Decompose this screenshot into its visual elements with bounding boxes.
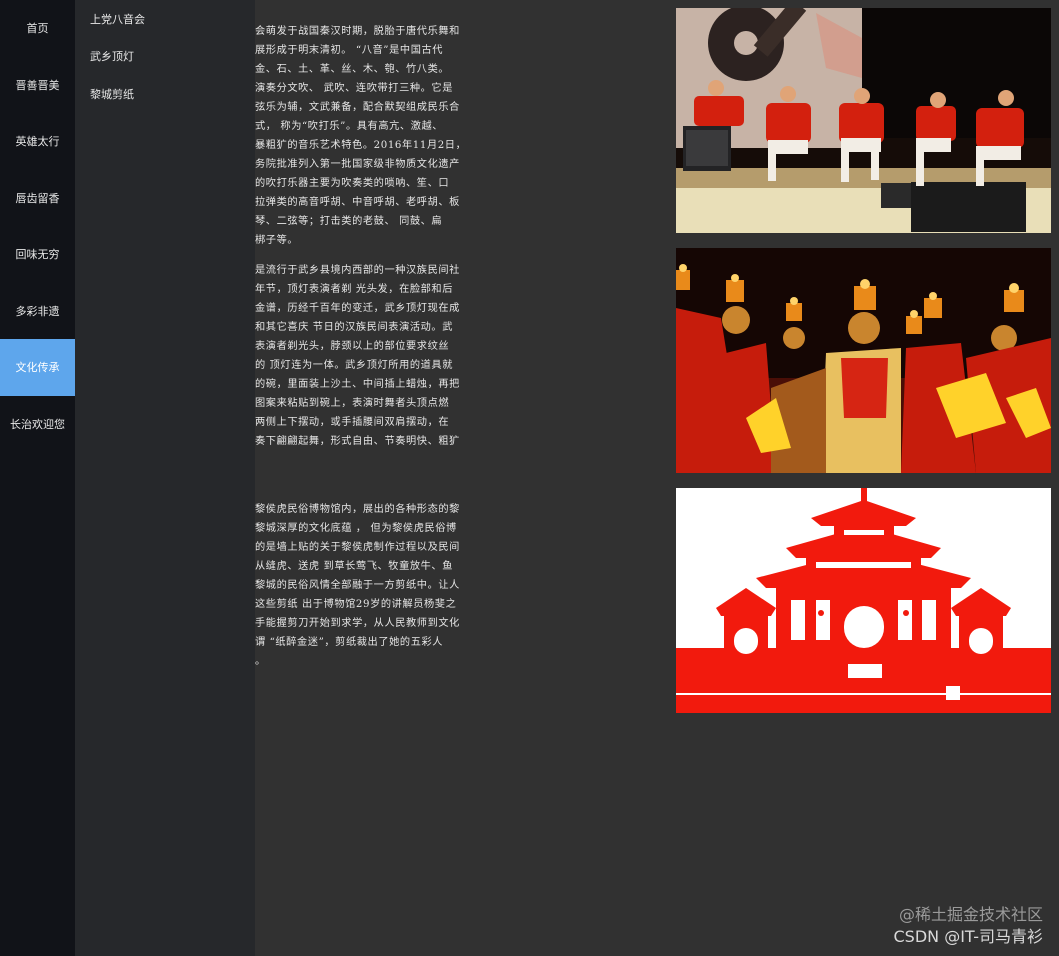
text-line: 年节，顶灯表演者剃 光头发，在脸部和后 bbox=[255, 284, 454, 295]
sidebar-item-welcome[interactable]: 长治欢迎您 bbox=[0, 396, 75, 453]
text-line: 黎城深厚的文化底蕴 ， 但为黎侯虎民俗博 bbox=[255, 523, 457, 534]
subnav-item-bayinhui[interactable]: 上党八音会 bbox=[75, 0, 255, 38]
text-line: 黎城的民俗风情全部融于一方剪纸中。让人 bbox=[255, 580, 460, 591]
band-illustration bbox=[676, 8, 1051, 233]
text-line: 展形成于明末清初。 “八音”是中国古代 bbox=[255, 45, 444, 56]
sidebar-item-label: 晋善晋美 bbox=[15, 78, 60, 92]
subnav-item-label: 上党八音会 bbox=[90, 12, 145, 26]
text-line: 这些剪纸 出于博物馆29岁的讲解员杨斐之 bbox=[255, 599, 457, 610]
subnav-item-dingdeng[interactable]: 武乡顶灯 bbox=[75, 38, 255, 76]
article-content: 会萌发于战国秦汉时期，脱胎于唐代乐舞和 展形成于明末清初。 “八音”是中国古代 … bbox=[255, 0, 675, 956]
sidebar-item-jinshan[interactable]: 晋善晋美 bbox=[0, 57, 75, 114]
text-line: 表演者剃光头，脖颈以上的部位要求纹丝 bbox=[255, 341, 450, 352]
text-line: 务院批准列入第一批国家级非物质文化遗产 bbox=[255, 159, 460, 170]
watermark-csdn: CSDN @IT-司马青衫 bbox=[893, 927, 1043, 946]
text-line: 的是墙上贴的关于黎侯虎制作过程以及民间 bbox=[255, 542, 460, 553]
article-section-dingdeng: 是流行于武乡县境内西部的一种汉族民间社 年节，顶灯表演者剃 光头发，在脸部和后 … bbox=[255, 261, 500, 451]
sidebar-item-label: 英雄太行 bbox=[15, 135, 60, 149]
text-line: 黎侯虎民俗博物馆内，展出的各种形态的黎 bbox=[255, 504, 460, 515]
text-line: 图案来粘贴到碗上，表演时舞者头顶点燃 bbox=[255, 398, 450, 409]
sidebar-item-label: 文化传承 bbox=[15, 361, 60, 375]
text-line: 两侧上下摆动，或手插腰间双肩摆动，在 bbox=[255, 417, 450, 428]
lantern-dance-illustration bbox=[676, 248, 1051, 473]
text-line: 的吹打乐器主要为吹奏类的唢呐、笙、口 bbox=[255, 178, 450, 189]
text-line: 暴粗犷的音乐艺术特色。2016年11月2日， bbox=[255, 140, 467, 151]
text-line: 弦乐为辅，文武兼备，配合默契组成民乐合 bbox=[255, 102, 460, 113]
text-line: 的 顶灯连为一体。武乡顶灯所用的道具就 bbox=[255, 360, 454, 371]
subnav-item-label: 武乡顶灯 bbox=[90, 50, 134, 64]
sidebar-item-label: 唇齿留香 bbox=[15, 191, 60, 205]
text-line: 的碗，里面装上沙土、中间插上蜡烛，再把 bbox=[255, 379, 460, 390]
sidebar-item-food[interactable]: 唇齿留香 bbox=[0, 170, 75, 227]
text-line: 。 bbox=[255, 656, 266, 667]
sidebar-item-label: 首页 bbox=[26, 22, 49, 36]
text-line: 从缝虎、送虎 到草长莺飞、牧童放牛、鱼 bbox=[255, 561, 454, 572]
watermark-juejin: @稀土掘金技术社区 bbox=[898, 905, 1043, 924]
watermark: @稀土掘金技术社区 CSDN @IT-司马青衫 bbox=[893, 904, 1043, 948]
sidebar-item-taihang[interactable]: 英雄太行 bbox=[0, 113, 75, 170]
sidebar-item-label: 长治欢迎您 bbox=[10, 417, 65, 431]
text-line: 拉弹类的高音呼胡、中音呼胡、老呼胡、板 bbox=[255, 197, 460, 208]
bayinhui-band-photo bbox=[676, 8, 1051, 233]
sidebar-item-culture[interactable]: 文化传承 bbox=[0, 339, 75, 396]
sidebar-item-heritage[interactable]: 多彩非遗 bbox=[0, 283, 75, 340]
jianzhi-papercut-photo bbox=[676, 488, 1051, 713]
subnav-item-label: 黎城剪纸 bbox=[90, 87, 134, 101]
text-line: 演奏分文吹、 武吹、连吹带打三种。它是 bbox=[255, 83, 454, 94]
text-line: 会萌发于战国秦汉时期，脱胎于唐代乐舞和 bbox=[255, 26, 460, 37]
article-section-bayinhui: 会萌发于战国秦汉时期，脱胎于唐代乐舞和 展形成于明末清初。 “八音”是中国古代 … bbox=[255, 22, 500, 250]
text-line: 谓 “纸醉金迷”，剪纸裁出了她的五彩人 bbox=[255, 637, 444, 648]
papercut-pavilion-illustration bbox=[676, 488, 1051, 713]
text-line: 琴、二弦等；打击类的老鼓、 同鼓、扁 bbox=[255, 216, 443, 227]
text-line: 金谱，历经千百年的变迁，武乡顶灯现在成 bbox=[255, 303, 460, 314]
text-line: 梆子等。 bbox=[255, 235, 299, 246]
main-sidebar: 首页 晋善晋美 英雄太行 唇齿留香 回味无穷 多彩非遗 文化传承 长治欢迎您 bbox=[0, 0, 75, 956]
text-line: 手能握剪刀开始到求学，从人民教师到文化 bbox=[255, 618, 460, 629]
sidebar-item-flavor[interactable]: 回味无穷 bbox=[0, 226, 75, 283]
sidebar-item-label: 回味无穷 bbox=[15, 248, 60, 262]
text-line: 金、石、土、革、丝、木、匏、竹八类。 bbox=[255, 64, 450, 75]
sidebar-item-label: 多彩非遗 bbox=[15, 304, 60, 318]
article-section-jianzhi: 黎侯虎民俗博物馆内，展出的各种形态的黎 黎城深厚的文化底蕴 ， 但为黎侯虎民俗博… bbox=[255, 500, 500, 671]
sidebar-item-home[interactable]: 首页 bbox=[0, 0, 75, 57]
subnav-item-jianzhi[interactable]: 黎城剪纸 bbox=[75, 75, 255, 113]
text-line: 式， 称为“吹打乐”。具有高亢、激越、 bbox=[255, 121, 444, 132]
text-line: 是流行于武乡县境内西部的一种汉族民间社 bbox=[255, 265, 460, 276]
sub-navigation: 上党八音会 武乡顶灯 黎城剪纸 bbox=[75, 0, 255, 956]
text-line: 和其它喜庆 节日的汉族民间表演活动。武 bbox=[255, 322, 454, 333]
dingdeng-performance-photo bbox=[676, 248, 1051, 473]
text-line: 奏下翩翩起舞，形式自由、节奏明快、粗犷 bbox=[255, 436, 460, 447]
